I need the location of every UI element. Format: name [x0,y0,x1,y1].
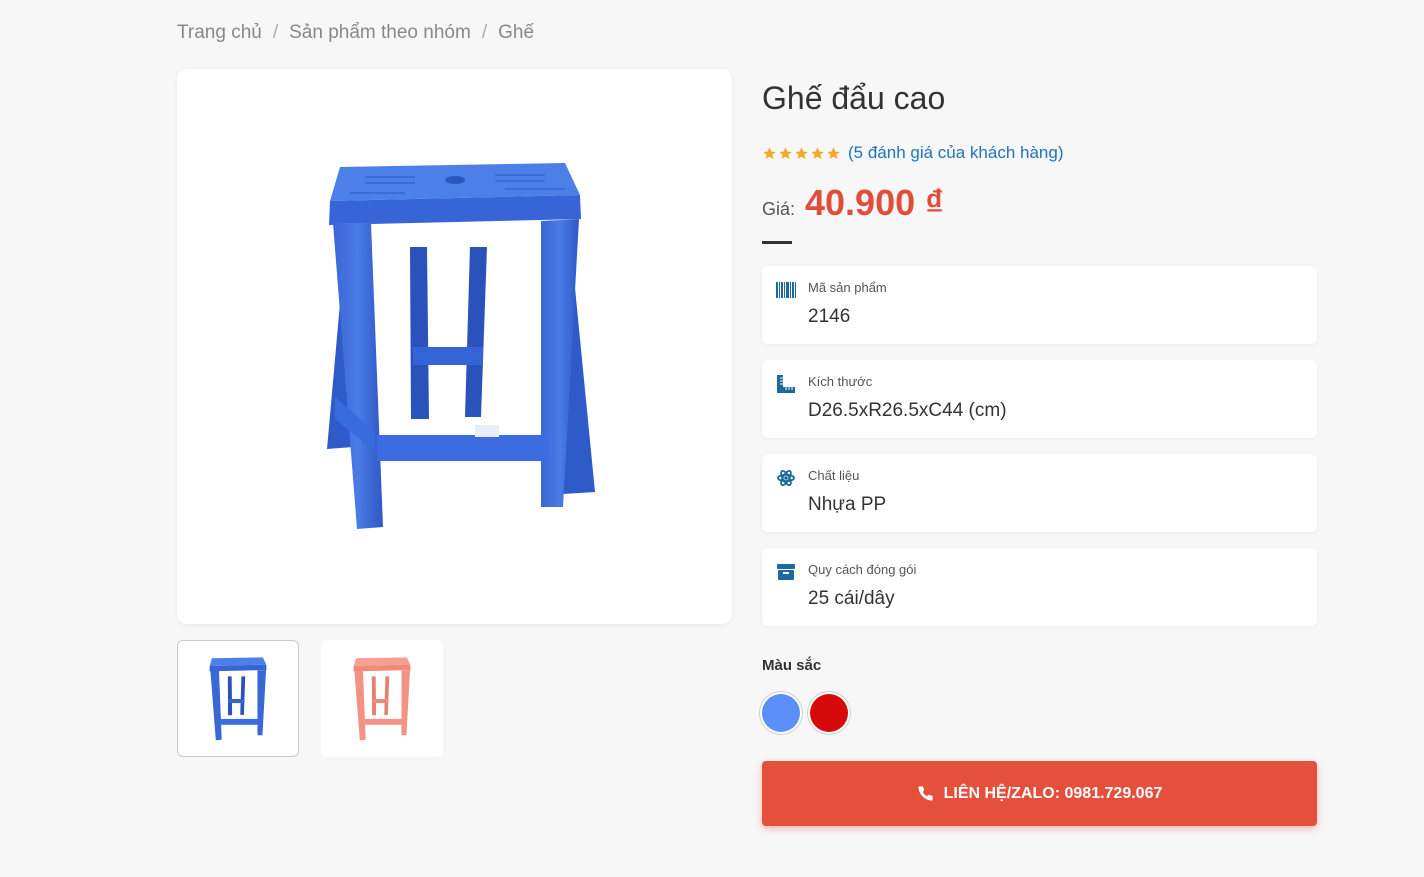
color-swatch-red[interactable] [810,694,848,732]
thumbnail-blue-stool[interactable] [177,640,299,757]
product-rating: (5 đánh giá của khách hàng) [762,143,1064,163]
star-icon [811,146,824,159]
info-value: 25 cái/dây [808,588,895,609]
stool-blue-thumb-image [209,656,267,740]
contact-zalo-button[interactable]: LIÊN HỆ/ZALO: 0981.729.067 [762,761,1317,826]
product-price: 40.900 ₫ [805,182,944,223]
info-card-material: Chất liệu Nhựa PP [762,454,1317,532]
stool-blue-image [326,162,595,529]
star-rating [762,146,841,161]
breadcrumb-home-link[interactable]: Trang chủ [177,22,262,44]
breadcrumb-separator: / [272,22,279,43]
product-main-image[interactable] [177,69,732,624]
info-card-size: Kích thước D26.5xR26.5xC44 (cm) [762,360,1317,438]
box-icon [776,562,796,582]
color-section-title: Màu sắc [762,657,822,674]
price-label: Giá: [762,199,796,219]
color-swatch-blue[interactable] [762,694,800,732]
info-label: Quy cách đóng gói [808,562,917,577]
reviews-link[interactable]: (5 đánh giá của khách hàng) [848,143,1064,163]
barcode-icon [776,280,796,300]
thumbnail-pink-stool[interactable] [321,640,443,757]
info-value: 2146 [808,306,851,327]
product-title: Ghế đẩu cao [762,80,946,116]
breadcrumb-separator: / [481,22,488,43]
star-icon [779,146,792,159]
ruler-icon [776,374,796,394]
info-label: Kích thước [808,374,873,389]
breadcrumb-category-link[interactable]: Sản phẩm theo nhóm [289,22,471,44]
info-card-packaging: Quy cách đóng gói 25 cái/dây [762,548,1317,626]
star-icon [763,146,776,159]
breadcrumb: Trang chủ / Sản phẩm theo nhóm / Ghế [177,22,534,44]
info-label: Chất liệu [808,468,860,483]
info-card-sku: Mã sản phẩm 2146 [762,266,1317,344]
phone-icon [918,786,933,801]
contact-button-label: LIÊN HỆ/ZALO: 0981.729.067 [943,784,1163,802]
price-row: Giá: 40.900 ₫ [762,182,944,224]
stool-pink-thumb-image [353,656,411,740]
info-label: Mã sản phẩm [808,280,887,295]
atom-icon [776,468,796,488]
breadcrumb-current: Ghế [498,22,535,43]
star-icon [795,146,808,159]
info-value: D26.5xR26.5xC44 (cm) [808,400,1007,421]
info-value: Nhựa PP [808,494,887,515]
star-icon [827,146,840,159]
divider [762,241,792,244]
